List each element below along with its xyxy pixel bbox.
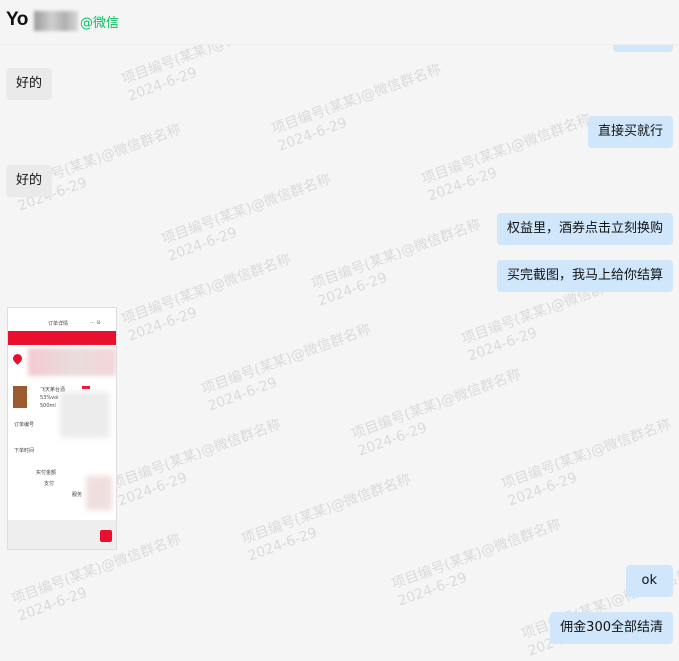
message-bubble[interactable]: 权益里，酒券点击立刻换购	[496, 213, 673, 245]
watermark: 项目编号(某某)@微信群名称2024-6-29	[159, 171, 334, 265]
message-bubble[interactable]: ok	[625, 565, 673, 597]
watermark: 项目编号(某某)@微信群名称2024-6-29	[269, 61, 444, 155]
product-tag	[82, 386, 90, 389]
watermark: 项目编号(某某)@微信群名称2024-6-29	[119, 251, 294, 345]
app-badge-icon	[100, 530, 112, 542]
image-title: 订单详情	[48, 321, 69, 327]
watermark: 项目编号(某某)@微信群名称2024-6-29	[309, 216, 484, 310]
order-number-label: 订单编号	[14, 422, 35, 428]
more-icon: ··· ⊙	[90, 320, 101, 326]
message-bubble[interactable]: 买完截图，我马上给你结算	[496, 260, 673, 292]
pay-label: 支付	[44, 481, 55, 487]
message-bubble[interactable]: 佣金300全部结清	[550, 612, 673, 644]
contact-name-redaction	[34, 11, 78, 31]
source-tag: @微信	[80, 16, 120, 31]
address-redaction	[28, 348, 116, 376]
contact-name[interactable]: Yo	[6, 9, 28, 31]
order-time-label: 下单时间	[14, 448, 35, 454]
price-redaction	[60, 392, 110, 438]
location-pin-icon	[11, 352, 24, 365]
image-red-banner	[8, 331, 116, 345]
watermark: 项目编号(某某)@微信群名称2024-6-29	[419, 111, 594, 205]
message-bubble[interactable]: 好的	[6, 68, 53, 100]
amount-label: 实付金额	[36, 470, 57, 476]
shared-screenshot-image[interactable]: 订单详情 ··· ⊙ 飞天茅台酒 53%vol 500ml 订单编号 下单时间 …	[7, 307, 117, 550]
watermark: 项目编号(某某)@微信群名称2024-6-29	[349, 366, 524, 460]
watermark: 项目编号(某某)@微信群名称2024-6-29	[389, 516, 564, 610]
watermark: 项目编号(某某)@微信群名称2024-6-29	[239, 471, 414, 565]
status-label: 服务	[72, 492, 83, 498]
watermark: 项目编号(某某)@微信群名称2024-6-29	[499, 416, 674, 510]
product-image	[13, 386, 27, 408]
watermark: 项目编号(某某)@微信群名称2024-6-29	[199, 321, 374, 415]
chat-header: Yo @微信	[0, 0, 679, 45]
message-bubble[interactable]: 好的	[6, 165, 53, 197]
message-bubble[interactable]: 直接买就行	[587, 116, 673, 148]
detail-redaction	[86, 476, 112, 510]
watermark: 项目编号(某某)@微信群名称2024-6-29	[109, 416, 284, 510]
